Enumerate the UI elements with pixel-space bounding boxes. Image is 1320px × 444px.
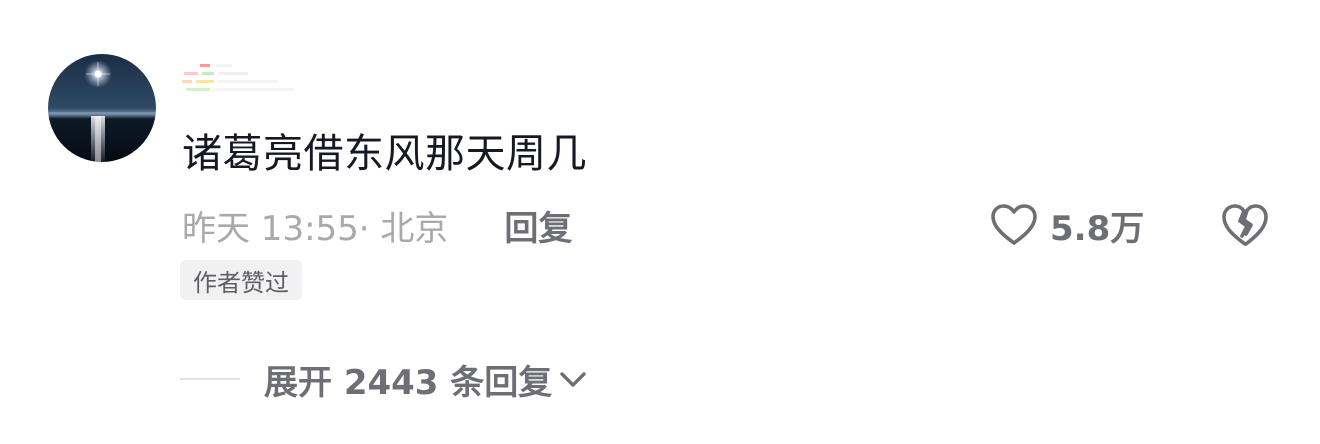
- comment-time-location: 昨天 13:55· 北京: [182, 208, 449, 249]
- avatar[interactable]: [48, 54, 156, 162]
- like-button[interactable]: 5.8万: [990, 198, 1144, 252]
- expand-replies-row: 展开 2443 条回复: [180, 352, 588, 406]
- night-sea-moon-avatar-icon: [48, 54, 156, 162]
- like-count: 5.8万: [1050, 208, 1145, 249]
- comment-text: 诸葛亮借东风那天周几: [182, 131, 587, 177]
- heart-outline-icon: [991, 204, 1037, 245]
- broken-heart-icon: [1222, 204, 1268, 246]
- blurred-name-image: [182, 64, 294, 91]
- author-liked-badge: 作者赞过: [180, 260, 302, 300]
- divider-line: [180, 378, 240, 380]
- comment-meta: 昨天 13:55· 北京 回复: [182, 198, 572, 252]
- expand-replies-button[interactable]: 展开 2443 条回复: [264, 355, 588, 404]
- expand-replies-label: 展开 2443 条回复: [264, 362, 553, 403]
- dislike-button[interactable]: [1220, 200, 1270, 250]
- reply-button[interactable]: 回复: [504, 201, 572, 250]
- username-blurred[interactable]: [182, 58, 322, 100]
- chevron-down-icon: [560, 372, 587, 387]
